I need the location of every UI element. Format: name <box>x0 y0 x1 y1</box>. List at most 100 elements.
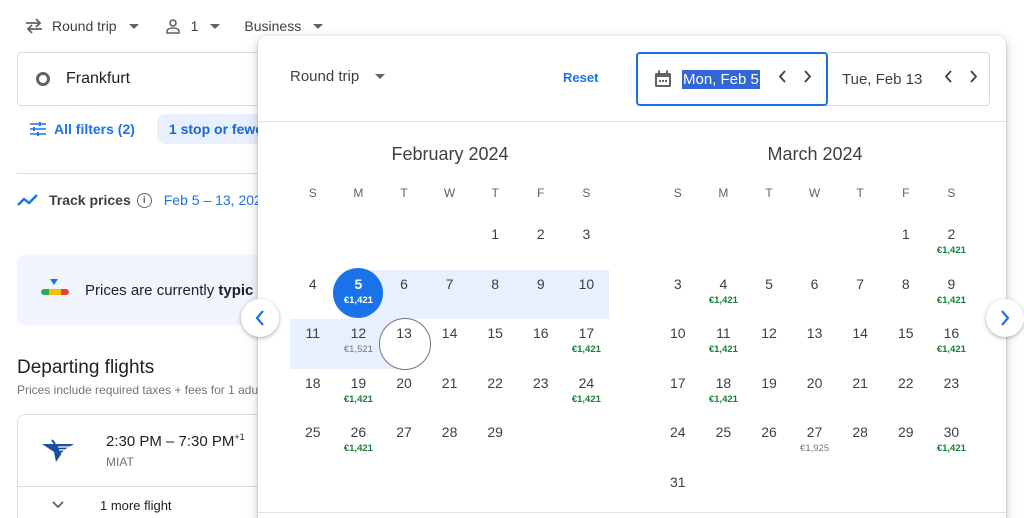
calendar-day[interactable]: 14 <box>427 319 473 369</box>
calendar-icon <box>655 70 671 87</box>
trip-type-dropdown[interactable]: Round trip <box>24 16 139 36</box>
calendar-day[interactable]: 26 <box>746 418 792 468</box>
day-price: €1,421 <box>708 344 738 355</box>
departure-next-day-button[interactable] <box>804 70 812 88</box>
calendar-day[interactable]: 27 <box>381 418 427 468</box>
calendar-day[interactable]: 20 <box>381 369 427 419</box>
calendar-day[interactable]: 10 <box>655 319 701 369</box>
day-number: 6 <box>400 275 408 292</box>
calendar-day[interactable]: 18 <box>290 369 336 419</box>
calendar-day[interactable]: 9 €1,421 <box>929 270 975 320</box>
high-segment <box>61 289 69 295</box>
chevron-right-icon <box>970 70 978 83</box>
day-number: 27 <box>396 424 412 440</box>
info-icon[interactable]: i <box>136 192 152 208</box>
calendar-day[interactable]: 5 <box>746 270 792 320</box>
popup-trip-type-dropdown[interactable]: Round trip <box>290 68 386 85</box>
calendar-day[interactable]: 22 <box>883 369 929 419</box>
chevron-left-icon <box>945 70 952 83</box>
caret-down-icon <box>375 74 386 79</box>
calendar-day[interactable]: 8 <box>883 270 929 320</box>
return-date-input[interactable]: Tue, Feb 13 <box>828 53 989 105</box>
calendar-day[interactable]: 13 <box>792 319 838 369</box>
calendar-day[interactable]: 31 <box>655 468 701 518</box>
calendar-day[interactable]: 17 <box>655 369 701 419</box>
next-month-button[interactable] <box>986 299 1024 337</box>
calendar-day[interactable]: 16 <box>518 319 564 369</box>
calendar-day[interactable]: 21 <box>837 369 883 419</box>
calendar-day[interactable]: 24 <box>655 418 701 468</box>
calendar-day[interactable]: 6 <box>792 270 838 320</box>
calendar-day[interactable]: 10 <box>563 269 610 319</box>
calendar-day[interactable]: 4 <box>290 270 336 320</box>
return-prev-day-button[interactable] <box>944 70 952 88</box>
calendar-day[interactable]: 1 <box>883 220 929 270</box>
calendar-day[interactable]: 25 <box>290 418 336 468</box>
calendar-day[interactable]: 17 €1,421 <box>564 319 610 369</box>
day-price: €1,421 <box>571 393 601 405</box>
day-price: €1,421 <box>571 344 601 355</box>
flight-result-row[interactable]: 2:30 PM – 7:30 PM+1 MIAT <box>18 415 276 487</box>
all-filters-button[interactable]: All filters (2) <box>30 121 135 137</box>
calendar-day[interactable]: 8 <box>472 269 518 319</box>
day-number: 15 <box>897 325 914 341</box>
calendar-day[interactable]: 30 €1,421 <box>929 418 975 468</box>
calendar-day[interactable]: 22 <box>472 369 518 419</box>
calendar-day[interactable]: 15 <box>883 319 929 369</box>
calendar-day[interactable]: 2 €1,421 <box>929 220 975 270</box>
day-number: 13 <box>396 325 412 341</box>
calendar-day[interactable]: 19 <box>746 369 792 419</box>
previous-month-button[interactable] <box>241 299 279 337</box>
calendar-day[interactable]: 3 <box>564 220 610 270</box>
calendar-day[interactable]: 3 <box>655 270 701 320</box>
price-insight-banner[interactable]: Prices are currently typic <box>17 255 277 325</box>
typical-segment <box>49 289 61 295</box>
calendar-day[interactable]: 25 <box>701 418 747 468</box>
calendar-day[interactable]: 23 <box>518 369 564 419</box>
calendar-day[interactable]: 11 <box>290 319 336 369</box>
calendar-day[interactable]: 28 <box>427 418 473 468</box>
calendar-day[interactable]: 7 <box>837 270 883 320</box>
calendar-day[interactable]: 21 <box>427 369 473 419</box>
calendar-day[interactable]: 11 €1,421 <box>701 319 747 369</box>
empty-day-cell <box>701 220 747 270</box>
cabin-class-dropdown[interactable]: Business <box>244 18 324 34</box>
calendar-day[interactable]: 2 <box>518 220 564 270</box>
calendar-day[interactable]: 12 <box>746 319 792 369</box>
day-number: 11 <box>305 325 321 341</box>
calendar-day[interactable]: 24 €1,421 <box>564 369 610 419</box>
calendar-day-return[interactable]: 13 <box>379 317 431 370</box>
more-flights-toggle[interactable]: 1 more flight <box>18 487 276 518</box>
origin-input[interactable]: Frankfurt <box>17 52 297 106</box>
calendar-day[interactable]: 19 €1,421 <box>336 369 382 419</box>
calendar-day[interactable]: 23 <box>929 369 975 419</box>
departure-date-input[interactable]: Mon, Feb 5 <box>636 52 828 106</box>
calendar-day[interactable]: 20 <box>792 369 838 419</box>
weekday-label: T <box>400 186 408 200</box>
calendar-day[interactable]: 26 €1,421 <box>336 418 382 468</box>
day-price: €1,421 <box>343 393 373 405</box>
calendar-day[interactable]: 9 <box>517 269 564 319</box>
return-next-day-button[interactable] <box>970 70 978 88</box>
day-number: 16 <box>943 325 960 341</box>
calendar-day-departure[interactable]: 5 €1,421 <box>333 268 383 319</box>
passengers-dropdown[interactable]: 1 <box>163 16 221 36</box>
calendar-day[interactable]: 4 €1,421 <box>701 270 747 320</box>
calendar-day[interactable]: 29 <box>472 418 518 468</box>
reset-button[interactable]: Reset <box>563 70 598 85</box>
calendar-day[interactable]: 18 €1,421 <box>701 369 747 419</box>
calendar-day[interactable]: 6 <box>381 269 427 319</box>
calendar-day[interactable]: 7 <box>426 269 473 319</box>
calendar-day[interactable]: 16 €1,421 <box>929 319 975 369</box>
calendar-day[interactable]: 29 <box>883 418 929 468</box>
all-filters-label: All filters (2) <box>54 121 135 137</box>
calendar-day[interactable]: 15 <box>472 319 518 369</box>
calendar-day[interactable]: 27 €1,925 <box>792 418 838 468</box>
departing-flights-title: Departing flights <box>17 357 155 378</box>
calendar-day[interactable]: 14 <box>837 319 883 369</box>
day-number: 24 <box>578 374 595 391</box>
calendar-day[interactable]: 1 <box>472 220 518 270</box>
departure-prev-day-button[interactable] <box>778 70 786 88</box>
calendar-day[interactable]: 28 <box>837 418 883 468</box>
calendar-day[interactable]: 12 €1,521 <box>335 319 382 369</box>
